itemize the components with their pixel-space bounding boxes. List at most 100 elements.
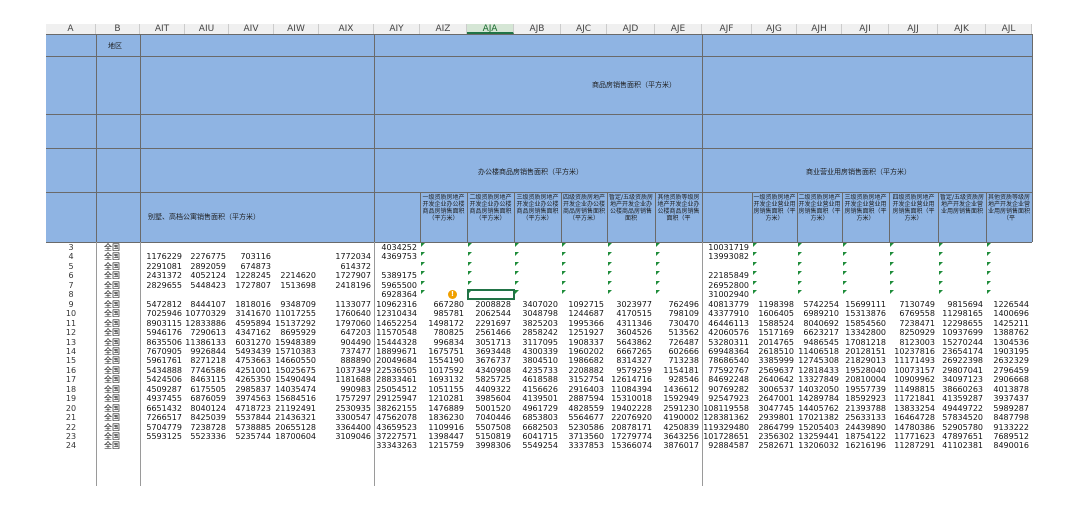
- data-cell[interactable]: 25054512: [374, 385, 417, 394]
- data-cell[interactable]: 2062544: [467, 309, 511, 318]
- data-cell[interactable]: 53280311: [702, 338, 749, 347]
- data-cell[interactable]: 2291697: [467, 319, 511, 328]
- data-cell[interactable]: 57834520: [938, 413, 983, 422]
- data-cell[interactable]: 5424506: [140, 375, 182, 384]
- data-cell[interactable]: 726487: [655, 338, 699, 347]
- data-cell[interactable]: 8490016: [986, 441, 1029, 450]
- data-cell[interactable]: 43659523: [374, 423, 417, 432]
- data-cell[interactable]: 1797060: [319, 319, 371, 328]
- data-cell[interactable]: 11017255: [274, 309, 316, 318]
- data-cell[interactable]: 11386133: [185, 338, 226, 347]
- data-cell[interactable]: 13206032: [797, 441, 839, 450]
- data-cell[interactable]: 14780386: [889, 423, 935, 432]
- data-cell[interactable]: 6041715: [514, 432, 558, 441]
- data-cell[interactable]: 3385999: [752, 356, 794, 365]
- data-cell[interactable]: 4753663: [229, 356, 271, 365]
- data-cell[interactable]: 8314327: [607, 356, 652, 365]
- data-cell[interactable]: 4052124: [185, 271, 226, 280]
- data-cell[interactable]: 5150819: [467, 432, 511, 441]
- data-cell[interactable]: 3876017: [655, 441, 699, 450]
- data-cell[interactable]: 37227571: [374, 432, 417, 441]
- data-cell[interactable]: 16464728: [889, 413, 935, 422]
- data-cell[interactable]: 4828559: [561, 404, 604, 413]
- data-cell[interactable]: 4139501: [514, 394, 558, 403]
- data-cell[interactable]: 1400696: [986, 309, 1029, 318]
- data-cell[interactable]: 2014765: [752, 338, 794, 347]
- data-cell[interactable]: 20878171: [607, 423, 652, 432]
- row-number-4[interactable]: 4: [56, 252, 86, 261]
- data-cell[interactable]: 3047745: [752, 404, 794, 413]
- data-cell[interactable]: 15025675: [274, 366, 316, 375]
- data-cell[interactable]: 1228245: [229, 271, 271, 280]
- data-cell[interactable]: 52905780: [938, 423, 983, 432]
- data-cell[interactable]: 1181688: [319, 375, 371, 384]
- data-cell[interactable]: 12614716: [607, 375, 652, 384]
- data-cell[interactable]: 1760640: [319, 309, 371, 318]
- data-cell[interactable]: 101728651: [702, 432, 749, 441]
- data-cell[interactable]: 9579259: [607, 366, 652, 375]
- data-cell[interactable]: 33343263: [374, 441, 417, 450]
- data-cell[interactable]: 4265350: [229, 375, 271, 384]
- data-cell[interactable]: 4595894: [229, 319, 271, 328]
- data-cell[interactable]: 737477: [319, 347, 371, 356]
- data-cell[interactable]: 11771623: [889, 432, 935, 441]
- data-cell[interactable]: 1818016: [229, 300, 271, 309]
- data-cell[interactable]: 46446113: [702, 319, 749, 328]
- data-cell[interactable]: 20655128: [274, 423, 316, 432]
- data-cell[interactable]: 3985604: [467, 394, 511, 403]
- data-cell[interactable]: 1757297: [319, 394, 371, 403]
- data-cell[interactable]: 17021382: [797, 413, 839, 422]
- data-cell[interactable]: 47562078: [374, 413, 417, 422]
- data-cell[interactable]: 996834: [420, 338, 464, 347]
- data-cell[interactable]: 8271218: [185, 356, 226, 365]
- data-cell[interactable]: 1772034: [319, 252, 371, 261]
- data-cell[interactable]: 84692248: [702, 375, 749, 384]
- data-cell[interactable]: 3051713: [467, 338, 511, 347]
- data-cell[interactable]: 13342800: [842, 328, 886, 337]
- data-cell[interactable]: 3604526: [607, 328, 652, 337]
- data-cell[interactable]: 34097123: [938, 375, 983, 384]
- data-cell[interactable]: 4937455: [140, 394, 182, 403]
- data-cell[interactable]: 17279774: [607, 432, 652, 441]
- data-cell[interactable]: 31002940: [702, 290, 749, 299]
- data-cell[interactable]: 10937699: [938, 328, 983, 337]
- data-cell[interactable]: 12745308: [797, 356, 839, 365]
- data-cell[interactable]: 7025946: [140, 309, 182, 318]
- data-cell[interactable]: 3676737: [467, 356, 511, 365]
- data-cell[interactable]: 11406518: [797, 347, 839, 356]
- data-cell[interactable]: 2008828: [467, 300, 511, 309]
- data-cell[interactable]: 1198398: [752, 300, 794, 309]
- data-cell[interactable]: 19402228: [607, 404, 652, 413]
- data-cell[interactable]: 20810004: [842, 375, 886, 384]
- data-cell[interactable]: 5493439: [229, 347, 271, 356]
- data-cell[interactable]: 3804510: [514, 356, 558, 365]
- data-cell[interactable]: 7040446: [467, 413, 511, 422]
- data-cell[interactable]: 10073157: [889, 366, 935, 375]
- data-cell[interactable]: 2418196: [319, 281, 371, 290]
- data-cell[interactable]: 3006537: [752, 385, 794, 394]
- data-cell[interactable]: 4509287: [140, 385, 182, 394]
- data-cell[interactable]: 5448423: [185, 281, 226, 290]
- data-cell[interactable]: 8425039: [185, 413, 226, 422]
- data-cell[interactable]: 69948364: [702, 347, 749, 356]
- row-number-7[interactable]: 7: [56, 281, 86, 290]
- data-cell[interactable]: 6175505: [185, 385, 226, 394]
- data-cell[interactable]: 15366074: [607, 441, 652, 450]
- data-cell[interactable]: 4409322: [467, 385, 511, 394]
- data-cell[interactable]: 1517169: [752, 328, 794, 337]
- data-cell[interactable]: 3109046: [319, 432, 371, 441]
- data-cell[interactable]: 1606405: [752, 309, 794, 318]
- data-cell[interactable]: 1588524: [752, 319, 794, 328]
- data-cell[interactable]: 3048798: [514, 309, 558, 318]
- data-cell[interactable]: 14035474: [274, 385, 316, 394]
- data-cell[interactable]: 3407020: [514, 300, 558, 309]
- data-cell[interactable]: 49449722: [938, 404, 983, 413]
- data-cell[interactable]: 8040124: [185, 404, 226, 413]
- data-cell[interactable]: 3643256: [655, 432, 699, 441]
- data-cell[interactable]: 25633133: [842, 413, 886, 422]
- data-cell[interactable]: 4718723: [229, 404, 271, 413]
- data-cell[interactable]: 15490494: [274, 375, 316, 384]
- data-cell[interactable]: 7130749: [889, 300, 935, 309]
- data-cell[interactable]: 11171493: [889, 356, 935, 365]
- data-cell[interactable]: 2796459: [986, 366, 1029, 375]
